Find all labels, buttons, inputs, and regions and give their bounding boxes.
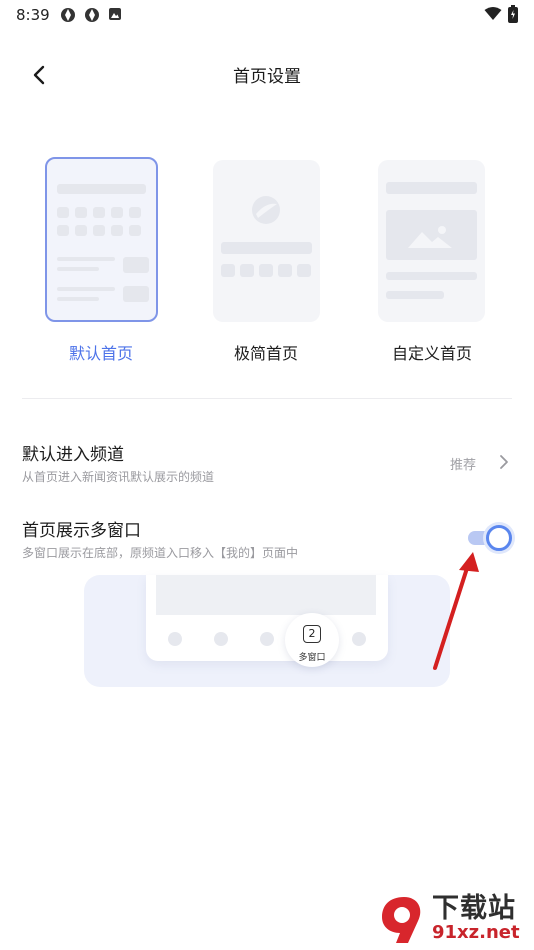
- wifi-icon: [484, 7, 502, 20]
- default-channel-title: 默认进入频道: [22, 445, 124, 465]
- layout-card-simple[interactable]: [213, 160, 320, 322]
- image-notification-icon: [109, 8, 121, 20]
- layout-card-default[interactable]: [45, 157, 158, 322]
- preview-tab-dot: [214, 632, 228, 646]
- watermark-text-top: 下载站: [432, 893, 516, 924]
- battery-icon: [508, 5, 518, 23]
- toggle-knob: [486, 525, 512, 551]
- watermark-text-bottom: 91xz.net: [432, 922, 520, 943]
- status-bar: 8:39: [0, 0, 534, 30]
- preview-screen: [156, 575, 376, 615]
- chevron-right-icon: [500, 455, 508, 469]
- annotation-arrow-icon: [433, 552, 479, 670]
- page-title: 首页设置: [233, 67, 301, 87]
- multi-window-label: 多窗口: [298, 653, 326, 663]
- preview-tab-dot: [168, 632, 182, 646]
- preview-tab-dot: [352, 632, 366, 646]
- layout-card-custom[interactable]: [378, 160, 485, 322]
- app-notification-icon: [85, 8, 99, 22]
- image-placeholder-icon: [408, 226, 452, 248]
- multi-window-subtitle: 多窗口展示在底部，原频道入口移入【我的】页面中: [22, 546, 299, 560]
- multi-window-count: 2: [303, 625, 321, 643]
- layout-label-custom[interactable]: 自定义首页: [367, 340, 497, 364]
- app-notification-icon: [61, 8, 75, 22]
- status-time: 8:39: [16, 6, 50, 24]
- multi-window-title: 首页展示多窗口: [22, 521, 141, 541]
- default-channel-value: 推荐: [450, 458, 477, 473]
- layout-label-simple[interactable]: 极简首页: [201, 340, 331, 364]
- watermark-logo-icon: [382, 897, 421, 943]
- default-channel-subtitle: 从首页进入新闻资讯默认展示的频道: [22, 470, 215, 484]
- logo-placeholder-icon: [252, 196, 280, 224]
- layout-label-default[interactable]: 默认首页: [36, 340, 166, 364]
- divider: [22, 398, 512, 399]
- preview-tab-dot: [260, 632, 274, 646]
